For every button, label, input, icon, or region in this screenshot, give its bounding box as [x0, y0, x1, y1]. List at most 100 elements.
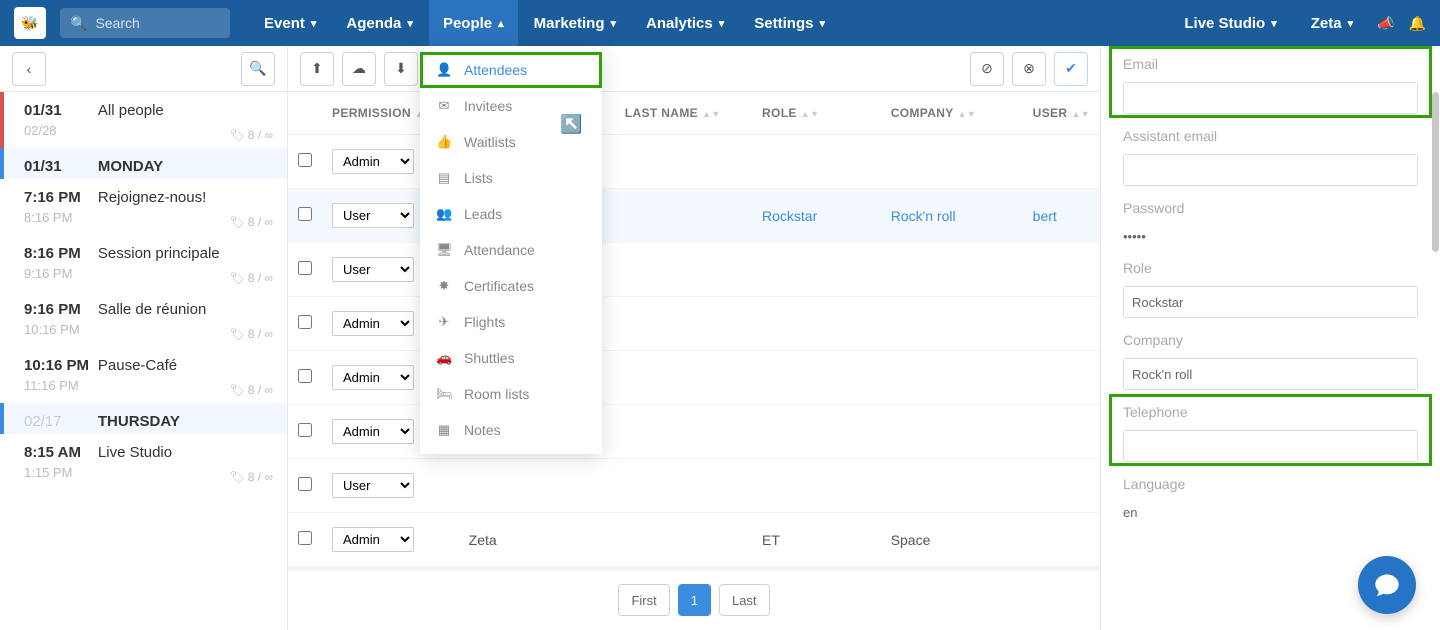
- dd-attendees[interactable]: 👤Attendees: [420, 52, 602, 88]
- password-input[interactable]: [1123, 226, 1418, 246]
- horizontal-scrollbar[interactable]: [288, 567, 1100, 569]
- table-row[interactable]: Admin: [288, 135, 1100, 189]
- row-checkbox[interactable]: [298, 477, 312, 491]
- sidebar-item-salle[interactable]: 9:16 PM Salle de réunion 10:16 PM 🏷 8 / …: [0, 291, 287, 347]
- bell-icon[interactable]: 🔔: [1409, 15, 1426, 32]
- sidebar-date: 01/31: [24, 158, 94, 175]
- cell-company[interactable]: Rock'n roll: [881, 189, 1023, 243]
- note-icon: ▦: [436, 422, 452, 438]
- assistant-input[interactable]: [1123, 154, 1418, 186]
- telephone-input[interactable]: [1123, 430, 1418, 462]
- tag-count: 🏷 8 / ∞: [230, 215, 273, 229]
- sidebar-title: THURSDAY: [98, 413, 180, 430]
- bed-icon: 🛏: [436, 386, 452, 402]
- nav-agenda[interactable]: Agenda▾: [332, 0, 427, 46]
- row-checkbox[interactable]: [298, 207, 312, 221]
- sidebar-search-button[interactable]: 🔍: [241, 52, 275, 86]
- col-role[interactable]: ROLE: [762, 106, 797, 120]
- dd-notes[interactable]: ▦Notes: [420, 412, 602, 448]
- col-lastname[interactable]: LAST NAME: [625, 106, 698, 120]
- sidebar-item-rejoignez[interactable]: 7:16 PM Rejoignez-nous! 8:16 PM 🏷 8 / ∞: [0, 179, 287, 235]
- nav-live-studio[interactable]: Live Studio▾: [1174, 0, 1286, 46]
- sidebar-time: 10:16 PM: [24, 357, 94, 374]
- sidebar-day-monday[interactable]: 01/31 MONDAY: [0, 148, 287, 179]
- sidebar-item-all-people[interactable]: 01/31 All people 02/28 🏷 8 / ∞: [0, 92, 287, 148]
- reject-button[interactable]: ⊗: [1012, 52, 1046, 86]
- sidebar-time: 9:16 PM: [24, 301, 94, 318]
- nav-people[interactable]: People▴: [429, 0, 518, 46]
- dd-roomlists[interactable]: 🛏Room lists: [420, 376, 602, 412]
- dd-lists[interactable]: ▤Lists: [420, 160, 602, 196]
- approve-button[interactable]: ⊘: [970, 52, 1004, 86]
- dd-leads[interactable]: 👥Leads: [420, 196, 602, 232]
- col-permission[interactable]: PERMISSION: [332, 106, 411, 120]
- dd-certificates[interactable]: ✸Certificates: [420, 268, 602, 304]
- megaphone-icon[interactable]: 📣: [1377, 15, 1394, 32]
- permission-select[interactable]: Admin: [332, 527, 414, 552]
- sidebar-item-session[interactable]: 8:16 PM Session principale 9:16 PM 🏷 8 /…: [0, 235, 287, 291]
- dd-attendance[interactable]: 🖥Attendance: [420, 232, 602, 268]
- search-input[interactable]: [95, 15, 220, 31]
- page-1[interactable]: 1: [678, 584, 711, 616]
- table-row[interactable]: AdminZetaETSpace: [288, 513, 1100, 567]
- permission-select[interactable]: User: [332, 473, 414, 498]
- row-checkbox[interactable]: [298, 531, 312, 545]
- thumbs-up-icon: 👍: [436, 134, 452, 150]
- sidebar-day-thursday[interactable]: 02/17 THURSDAY: [0, 403, 287, 434]
- sidebar-title: MONDAY: [98, 158, 163, 175]
- top-nav: 🐝 🔍 Event▾ Agenda▾ People▴ Marketing▾ An…: [0, 0, 1440, 46]
- user-icon: 👤: [436, 62, 452, 78]
- table-row[interactable]: Admin: [288, 351, 1100, 405]
- row-checkbox[interactable]: [298, 315, 312, 329]
- table-row[interactable]: User: [288, 459, 1100, 513]
- col-company[interactable]: COMPANY: [891, 106, 954, 120]
- dd-waitlists[interactable]: 👍Waitlists: [420, 124, 602, 160]
- permission-select[interactable]: Admin: [332, 365, 414, 390]
- language-input[interactable]: [1123, 502, 1418, 522]
- nav-marketing[interactable]: Marketing▾: [520, 0, 630, 46]
- download-button[interactable]: ⬇: [384, 52, 418, 86]
- dd-flights[interactable]: ✈Flights: [420, 304, 602, 340]
- row-checkbox[interactable]: [298, 261, 312, 275]
- permission-select[interactable]: User: [332, 203, 414, 228]
- dd-invitees[interactable]: ✉Invitees: [420, 88, 602, 124]
- nav-right: Live Studio▾ Zeta▾ 📣 🔔: [1174, 0, 1426, 46]
- upload-button[interactable]: ⬆: [300, 52, 334, 86]
- right-scrollbar[interactable]: [1432, 92, 1439, 252]
- row-checkbox[interactable]: [298, 423, 312, 437]
- nav-analytics[interactable]: Analytics▾: [632, 0, 738, 46]
- permission-select[interactable]: Admin: [332, 149, 414, 174]
- table-row[interactable]: User: [288, 243, 1100, 297]
- cell-role[interactable]: Rockstar: [752, 189, 881, 243]
- row-checkbox[interactable]: [298, 153, 312, 167]
- permission-select[interactable]: User: [332, 257, 414, 282]
- chat-fab[interactable]: [1358, 556, 1416, 614]
- nav-settings[interactable]: Settings▾: [740, 0, 839, 46]
- nav-event[interactable]: Event▾: [250, 0, 330, 46]
- nav-zeta[interactable]: Zeta▾: [1301, 0, 1363, 46]
- table-row[interactable]: User RockstarRock'n rollbert: [288, 189, 1100, 243]
- certificate-icon: ✸: [436, 278, 452, 294]
- row-checkbox[interactable]: [298, 369, 312, 383]
- page-first[interactable]: First: [618, 584, 669, 616]
- page-last[interactable]: Last: [719, 584, 770, 616]
- permission-select[interactable]: Admin: [332, 419, 414, 444]
- sidebar-item-livestudio[interactable]: 8:15 AM Live Studio 1:15 PM 🏷 8 / ∞: [0, 434, 287, 490]
- sidebar-item-pause[interactable]: 10:16 PM Pause-Café 11:16 PM 🏷 8 / ∞: [0, 347, 287, 403]
- col-user[interactable]: USER: [1033, 106, 1068, 120]
- tag-count: 🏷 8 / ∞: [230, 383, 273, 397]
- download-cloud-button[interactable]: ☁: [342, 52, 376, 86]
- table-row[interactable]: Admin: [288, 297, 1100, 351]
- sidebar-time: 8:16 PM: [24, 245, 94, 262]
- confirm-button[interactable]: ✔: [1054, 52, 1088, 86]
- back-button[interactable]: ‹: [12, 52, 46, 86]
- email-input[interactable]: [1123, 82, 1418, 114]
- table-row[interactable]: Admin: [288, 405, 1100, 459]
- cell-user[interactable]: bert: [1023, 189, 1100, 243]
- global-search[interactable]: 🔍: [60, 8, 230, 38]
- role-input[interactable]: [1123, 286, 1418, 318]
- dd-shuttles[interactable]: 🚗Shuttles: [420, 340, 602, 376]
- company-input[interactable]: [1123, 358, 1418, 390]
- permission-select[interactable]: Admin: [332, 311, 414, 336]
- app-logo[interactable]: 🐝: [14, 7, 46, 39]
